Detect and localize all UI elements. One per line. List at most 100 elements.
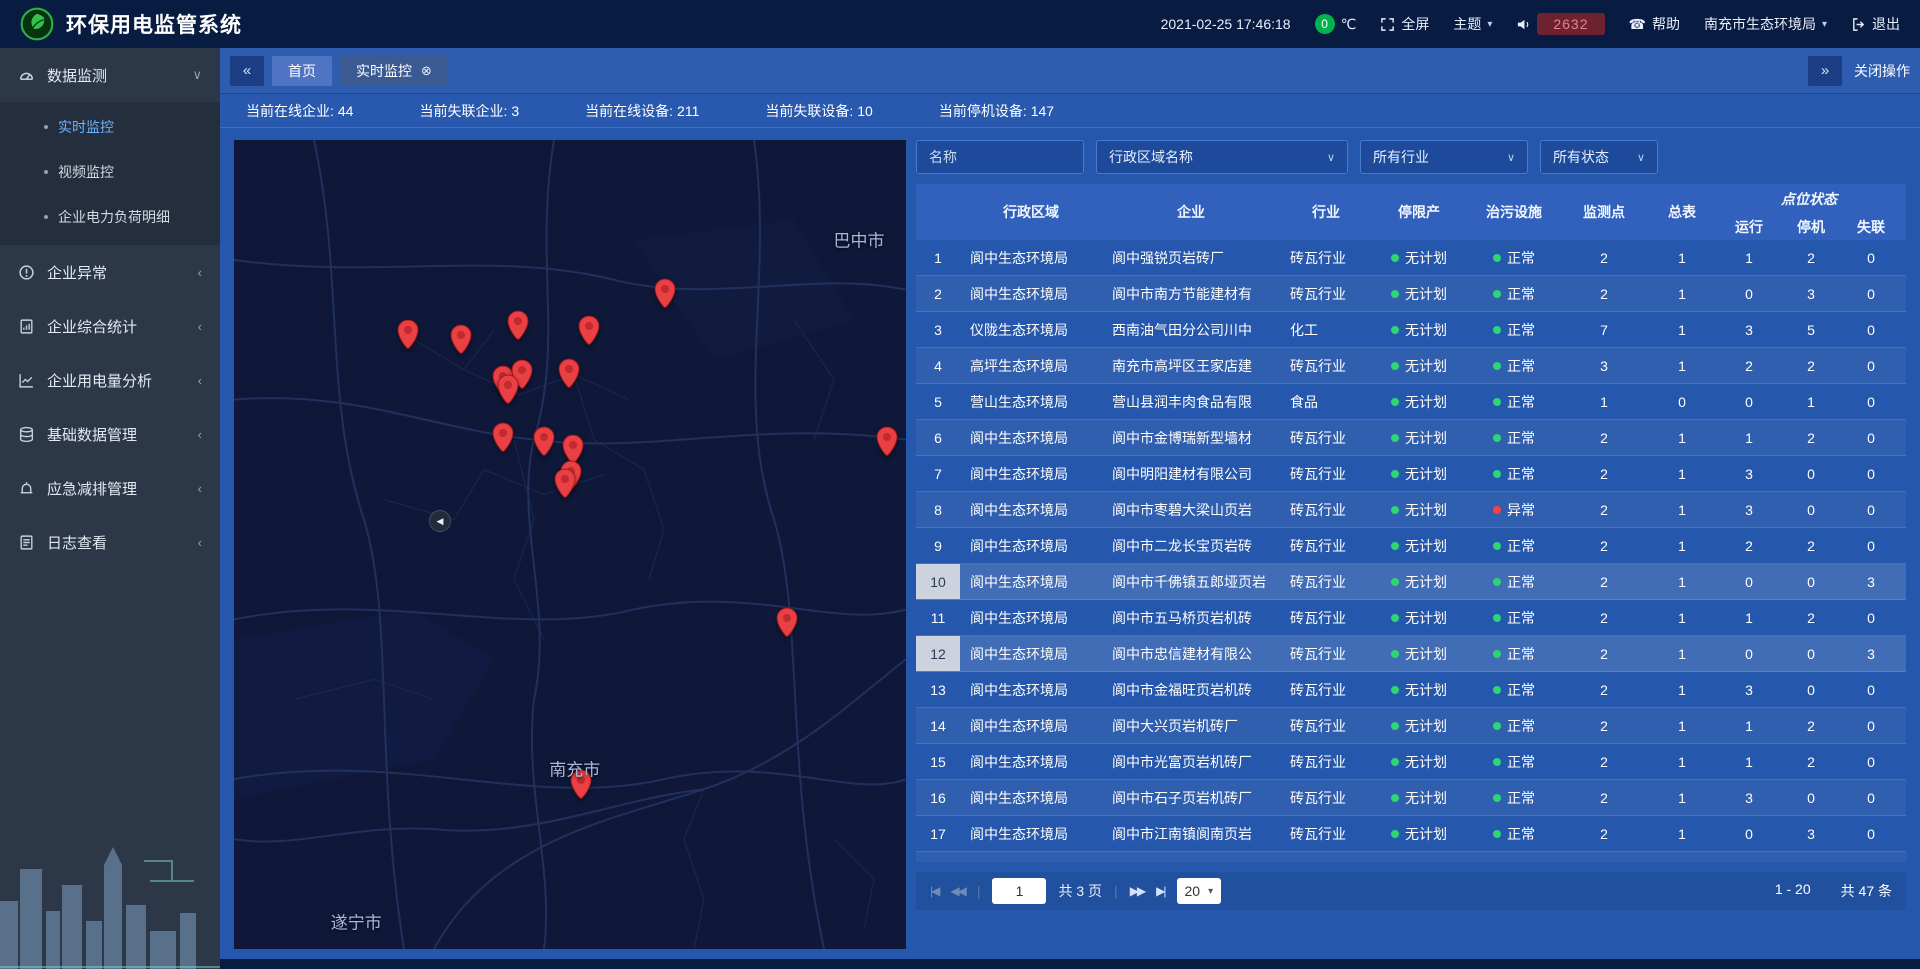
help-button[interactable]: ☎ 帮助: [1629, 14, 1680, 34]
cell-industry: 砖瓦行业: [1280, 528, 1372, 563]
chevron-left-icon: ‹: [198, 265, 202, 280]
map-pin-icon[interactable]: [876, 426, 899, 460]
cell-offline: 0: [1842, 240, 1900, 275]
next-page-button[interactable]: ▶▶: [1130, 884, 1144, 898]
table-row[interactable]: 4高坪生态环境局南充市高坪区王家店建砖瓦行业无计划正常31220: [916, 348, 1906, 384]
tab-label: 实时监控: [356, 61, 412, 81]
map-pin-icon[interactable]: [397, 319, 420, 353]
map-pin-icon[interactable]: [578, 315, 601, 349]
table-row[interactable]: 12阆中生态环境局阆中市忠信建材有限公砖瓦行业无计划正常21003: [916, 636, 1906, 672]
map-pin-icon[interactable]: [496, 374, 519, 408]
sidebar-group-label: 企业综合统计: [47, 316, 186, 337]
table-row[interactable]: 18南部生态环境局南部县双佛水泥有限公砖瓦行业无计划正常21030: [916, 852, 1906, 862]
table-row[interactable]: 10阆中生态环境局阆中市千佛镇五郎垭页岩砖瓦行业无计划正常21003: [916, 564, 1906, 600]
sidebar-group: 企业用电量分析‹: [0, 353, 220, 407]
alarm-widget[interactable]: 2632: [1516, 13, 1604, 35]
close-operations-button[interactable]: 关闭操作: [1854, 61, 1910, 81]
map-pin-icon[interactable]: [776, 607, 799, 641]
sidebar-item[interactable]: 实时监控: [0, 104, 220, 149]
table-row[interactable]: 7阆中生态环境局阆中明阳建材有限公司砖瓦行业无计划正常21300: [916, 456, 1906, 492]
sidebar-group-label: 基础数据管理: [47, 424, 186, 445]
prev-page-button[interactable]: ◀◀: [950, 884, 964, 898]
sidebar-item[interactable]: 视频监控: [0, 149, 220, 194]
table-row[interactable]: 16阆中生态环境局阆中市石子页岩机砖厂砖瓦行业无计划正常21300: [916, 780, 1906, 816]
cell-facility: 正常: [1466, 456, 1562, 491]
cell-stop: 5: [1780, 312, 1842, 347]
cell-run: 1: [1718, 240, 1780, 275]
col-company: 企业: [1102, 184, 1280, 240]
status-filter-select[interactable]: 所有状态 ∨: [1540, 140, 1658, 174]
theme-dropdown[interactable]: 主题 ▾: [1453, 14, 1492, 34]
status-dot-green: [1391, 470, 1399, 478]
sidebar-item[interactable]: 企业电力负荷明细: [0, 194, 220, 239]
cell-region: 阆中生态环境局: [960, 708, 1102, 743]
close-icon[interactable]: ⊗: [421, 63, 432, 79]
sidebar-group-head[interactable]: 数据监测∨: [0, 48, 220, 102]
cell-run: 3: [1718, 492, 1780, 527]
table-row[interactable]: 11阆中生态环境局阆中市五马桥页岩机砖砖瓦行业无计划正常21120: [916, 600, 1906, 636]
cell-region: 阆中生态环境局: [960, 780, 1102, 815]
table-row[interactable]: 13阆中生态环境局阆中市金福旺页岩机砖砖瓦行业无计划正常21300: [916, 672, 1906, 708]
table-row[interactable]: 5营山生态环境局营山县润丰肉食品有限食品无计划正常10010: [916, 384, 1906, 420]
sidebar-group-head[interactable]: 企业用电量分析‹: [0, 353, 220, 407]
table-row[interactable]: 2阆中生态环境局阆中市南方节能建材有砖瓦行业无计划正常21030: [916, 276, 1906, 312]
cell-company: 阆中市南方节能建材有: [1102, 276, 1280, 311]
sidebar-group-head[interactable]: 应急减排管理‹: [0, 461, 220, 515]
table-row[interactable]: 14阆中生态环境局阆中大兴页岩机砖厂砖瓦行业无计划正常21120: [916, 708, 1906, 744]
cell-company: 阆中市五马桥页岩机砖: [1102, 600, 1280, 635]
map-pin-icon[interactable]: [506, 310, 529, 344]
table-row[interactable]: 9阆中生态环境局阆中市二龙长宝页岩砖砖瓦行业无计划正常21220: [916, 528, 1906, 564]
map-pin-icon[interactable]: [533, 426, 556, 460]
sidebar-group-head[interactable]: 基础数据管理‹: [0, 407, 220, 461]
map-pin-icon[interactable]: [554, 468, 577, 502]
cell-region: 阆中生态环境局: [960, 492, 1102, 527]
first-page-button[interactable]: |◀: [930, 884, 938, 898]
map-pin-icon[interactable]: [557, 358, 580, 392]
map-pin-icon[interactable]: [492, 422, 515, 456]
cell-company: 阆中市光富页岩机砖厂: [1102, 744, 1280, 779]
table-row[interactable]: 3仪陇生态环境局西南油气田分公司川中化工无计划正常71350: [916, 312, 1906, 348]
cell-meters: 1: [1646, 780, 1718, 815]
cell-stop: 0: [1780, 672, 1842, 707]
page-input[interactable]: [992, 878, 1046, 904]
page-size-select[interactable]: 20 ▾: [1177, 878, 1222, 904]
name-filter-field[interactable]: [916, 140, 1084, 174]
sidebar-group-head[interactable]: 日志查看‹: [0, 515, 220, 569]
last-page-button[interactable]: ▶|: [1156, 884, 1164, 898]
sidebar-group-head[interactable]: 企业异常‹: [0, 245, 220, 299]
cell-offline: 3: [1842, 564, 1900, 599]
table-row[interactable]: 8阆中生态环境局阆中市枣碧大梁山页岩砖瓦行业无计划异常21300: [916, 492, 1906, 528]
fullscreen-button[interactable]: 全屏: [1380, 14, 1429, 34]
tabs-scroll-left-button[interactable]: «: [230, 56, 264, 86]
cell-facility: 正常: [1466, 636, 1562, 671]
help-label: 帮助: [1652, 14, 1680, 34]
col-industry: 行业: [1280, 184, 1372, 240]
cell-index: 10: [916, 564, 960, 599]
fullscreen-icon: [1380, 17, 1395, 32]
map-canvas[interactable]: 巴中市南充市遂宁市: [234, 140, 906, 949]
table-row[interactable]: 1阆中生态环境局阆中强锐页岩砖厂砖瓦行业无计划正常21120: [916, 240, 1906, 276]
sidebar-group-head[interactable]: 企业综合统计‹: [0, 299, 220, 353]
cell-run: 0: [1718, 852, 1780, 862]
industry-filter-select[interactable]: 所有行业 ∨: [1360, 140, 1528, 174]
status-dot-green: [1391, 830, 1399, 838]
tabs-scroll-right-button[interactable]: »: [1808, 56, 1842, 86]
region-filter-select[interactable]: 行政区域名称 ∨: [1096, 140, 1348, 174]
col-run: 运行: [1718, 214, 1780, 240]
cell-industry: 砖瓦行业: [1280, 600, 1372, 635]
logout-button[interactable]: 退出: [1851, 14, 1900, 34]
stat-label: 当前在线设备:: [585, 103, 673, 119]
map-pin-icon[interactable]: [450, 324, 473, 358]
name-filter-input[interactable]: [929, 149, 1071, 165]
cell-company: 阆中市枣碧大梁山页岩: [1102, 492, 1280, 527]
table-row[interactable]: 15阆中生态环境局阆中市光富页岩机砖厂砖瓦行业无计划正常21120: [916, 744, 1906, 780]
cell-run: 0: [1718, 816, 1780, 851]
table-row[interactable]: 17阆中生态环境局阆中市江南镇阆南页岩砖瓦行业无计划正常21030: [916, 816, 1906, 852]
tab[interactable]: 实时监控 ⊗: [340, 56, 448, 86]
megaphone-icon: [1516, 17, 1531, 32]
weather-widget: 0 ℃: [1315, 14, 1357, 34]
org-dropdown[interactable]: 南充市生态环境局 ▾: [1704, 14, 1827, 34]
tab[interactable]: 首页: [272, 56, 332, 86]
map-pin-icon[interactable]: [653, 278, 676, 312]
table-row[interactable]: 6阆中生态环境局阆中市金博瑞新型墙材砖瓦行业无计划正常21120: [916, 420, 1906, 456]
